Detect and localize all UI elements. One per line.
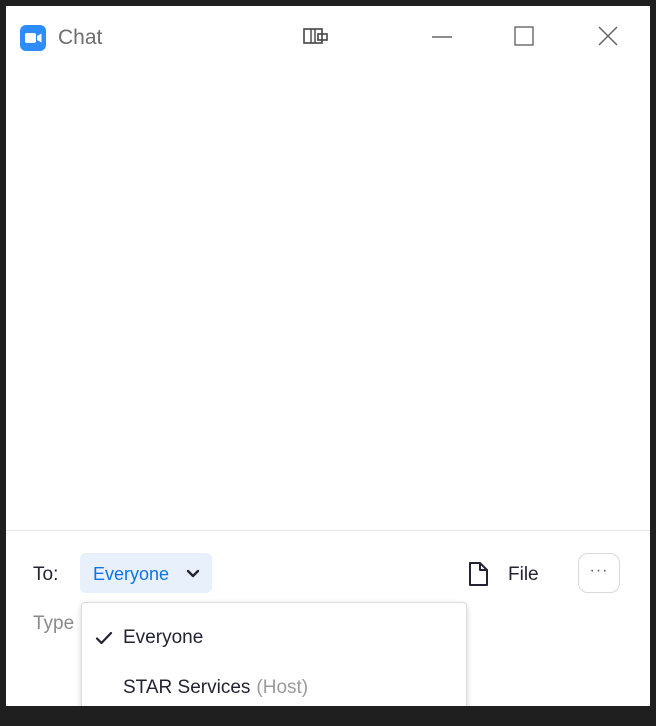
maximize-button[interactable] (504, 20, 544, 54)
popout-icon (303, 28, 328, 44)
more-icon: ··· (589, 562, 609, 579)
recipient-dropdown-button[interactable]: Everyone (80, 553, 212, 593)
file-icon (466, 560, 490, 593)
popout-button[interactable] (298, 20, 338, 54)
dropdown-item-label: STAR Services (Host) (123, 677, 309, 698)
file-button[interactable]: File (466, 557, 556, 591)
close-button[interactable] (588, 20, 628, 54)
more-options-button[interactable]: ··· (578, 553, 620, 593)
to-label: To: (33, 564, 59, 585)
message-input-placeholder[interactable]: Type (33, 613, 74, 635)
title-bar[interactable]: Chat (6, 6, 650, 64)
host-tag: (Host) (256, 677, 309, 698)
minimize-icon (432, 36, 452, 38)
chevron-down-icon (186, 567, 200, 585)
file-label: File (508, 564, 539, 585)
chat-window: Chat To: Everyone File ··· Type Everyone… (6, 6, 650, 706)
dropdown-item-everyone[interactable]: Everyone (82, 615, 466, 661)
minimize-button[interactable] (422, 20, 462, 54)
dropdown-item-label: Everyone (123, 627, 204, 648)
checkmark-icon (95, 630, 113, 651)
window-title: Chat (58, 26, 103, 49)
zoom-video-icon (20, 25, 46, 51)
maximize-icon (514, 26, 534, 46)
composer-divider (6, 530, 650, 531)
recipient-value: Everyone (93, 564, 170, 584)
recipient-dropdown-menu: Everyone STAR Services (Host) (81, 602, 467, 706)
dropdown-item-star-services[interactable]: STAR Services (Host) (82, 665, 466, 706)
close-icon (598, 26, 618, 46)
